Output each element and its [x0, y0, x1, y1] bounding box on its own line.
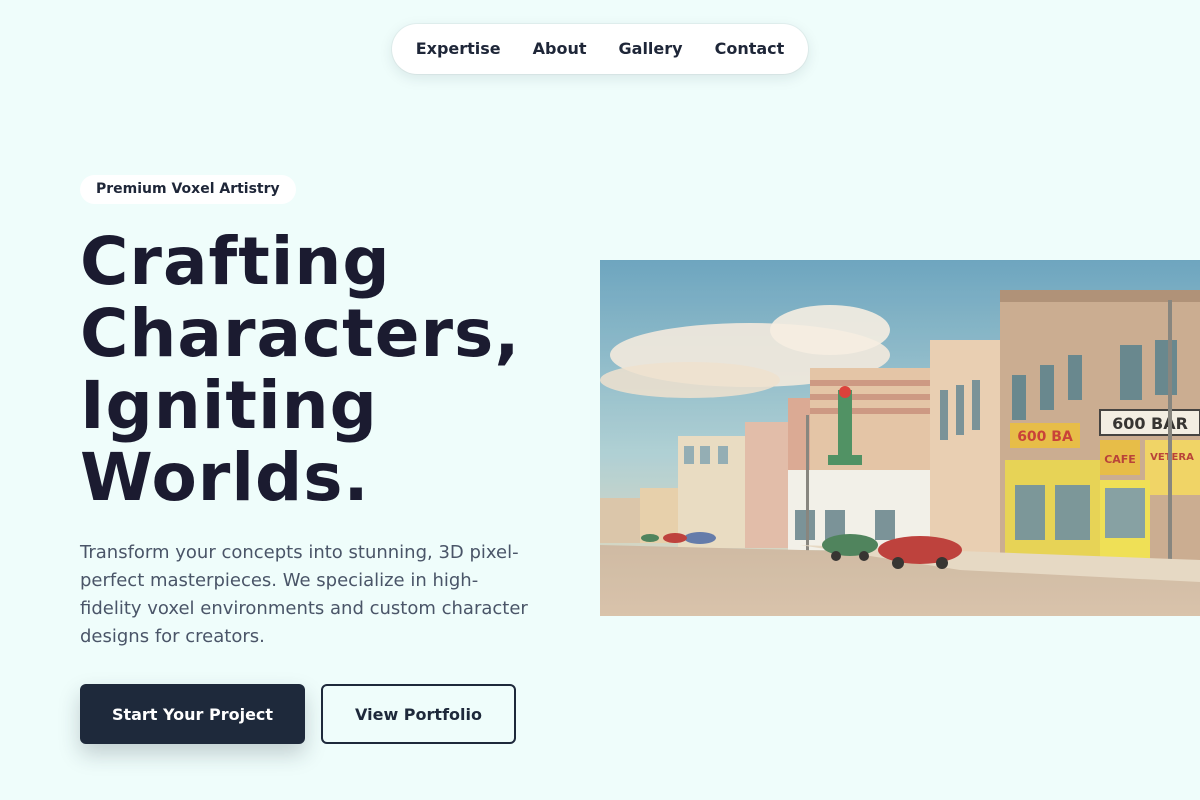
headline-line-2: Characters,	[80, 295, 521, 372]
landing-page: Expertise About Gallery Contact Premium …	[0, 0, 1200, 800]
hero-description: Transform your concepts into stunning, 3…	[80, 542, 528, 647]
headline-line-1: Crafting	[80, 223, 391, 300]
nav-link-contact[interactable]: Contact	[699, 24, 801, 74]
nav-link-about[interactable]: About	[517, 24, 603, 74]
view-portfolio-button[interactable]: View Portfolio	[321, 684, 516, 744]
headline-line-3: Igniting	[80, 367, 378, 444]
nav-link-gallery[interactable]: Gallery	[603, 24, 699, 74]
start-project-button[interactable]: Start Your Project	[80, 684, 305, 744]
hero-badge: Premium Voxel Artistry	[80, 175, 296, 204]
hero-image: 600 BA 600 BAR CAFE VETERA	[600, 260, 1200, 616]
hero-headline: Crafting Characters, Igniting Worlds.	[80, 226, 600, 514]
nav-link-expertise[interactable]: Expertise	[400, 24, 517, 74]
top-nav: Expertise About Gallery Contact	[392, 24, 808, 74]
headline-line-4: Worlds.	[80, 439, 370, 516]
